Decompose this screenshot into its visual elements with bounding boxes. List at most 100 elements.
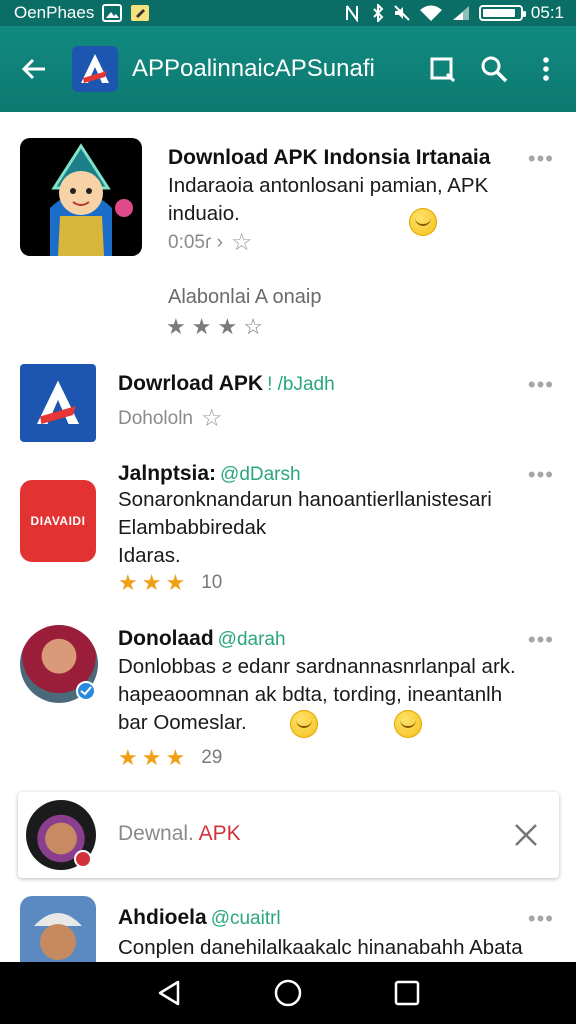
app-list[interactable]: Download APK Indonsia Irtanaia ••• Indar… <box>0 112 576 962</box>
dismiss-button[interactable] <box>509 818 543 852</box>
rating-stars: ★ ★ ★ 29 <box>118 745 222 771</box>
star-filled-icon: ★ <box>166 314 186 339</box>
more-options-button[interactable]: ••• <box>528 908 554 930</box>
description-line: hapeaoomnan ak bdta, tording, ineantanlh <box>118 683 503 706</box>
rating-stars: ★ ★ ★ ☆ <box>166 314 263 340</box>
app-icon: DIAVAIDI <box>20 480 96 562</box>
star-filled-icon: ★ <box>191 314 212 339</box>
app-logo <box>72 46 118 92</box>
app-title: APPoalinnaicAPSunafi <box>132 55 375 82</box>
nav-back-button[interactable] <box>144 968 194 1018</box>
more-options-button[interactable]: ••• <box>528 464 554 486</box>
more-options-button[interactable]: ••• <box>528 629 554 651</box>
battery-icon <box>478 5 526 21</box>
navigation-bar <box>0 962 576 1024</box>
wifi-icon <box>419 4 443 22</box>
suggestion-label: Dewnal. <box>118 822 194 845</box>
star-filled-icon: ★ <box>165 745 186 770</box>
bluetooth-icon <box>371 4 385 22</box>
suggestion-accent: APK <box>198 822 241 845</box>
signal-icon <box>451 4 471 22</box>
star-outline-icon[interactable]: ☆ <box>201 404 223 433</box>
meta-text: 0:05ɾ › <box>168 231 223 253</box>
author-tag[interactable]: @darah <box>218 629 286 650</box>
overflow-menu-button[interactable] <box>520 43 572 95</box>
item-title: Ahdioela @cuaitrl <box>118 906 281 930</box>
item-description: Indaraoia antonlosani pamian, APK induai… <box>168 172 528 228</box>
clock: 05:1 <box>530 3 564 22</box>
title-text: Donolaad <box>118 627 214 650</box>
item-description: Conplen danehilalkaakalc hinanabahh Abat… <box>118 934 558 962</box>
item-title: Donolaad @darah <box>118 627 286 651</box>
more-options-button[interactable]: ••• <box>528 374 554 396</box>
star-filled-icon: ★ <box>141 570 162 595</box>
more-vert-icon <box>543 57 549 81</box>
home-circle-icon <box>274 979 302 1007</box>
back-button[interactable] <box>12 47 56 91</box>
crop-button[interactable] <box>416 43 468 95</box>
meta-text: Dohololn <box>118 407 193 429</box>
list-item[interactable]: Dowrload APK! /bJadh ••• Dohololn ☆ <box>0 352 576 452</box>
description-line: bar Oomeslar. <box>118 711 247 734</box>
star-outline-icon: ☆ <box>243 314 263 339</box>
description-line: Donlobbas ƨ edanr sardnannasnrlanpal ark… <box>118 655 516 678</box>
more-options-button[interactable]: ••• <box>528 148 554 170</box>
description-line: Indaraoia antonlosani pamian, APK <box>168 174 489 197</box>
suggestion-text: Dewnal. APK <box>118 822 241 846</box>
suggestion-card[interactable]: Dewnal. APK <box>18 792 559 878</box>
review-count: 29 <box>201 747 223 768</box>
crop-square-icon <box>430 57 455 82</box>
star-filled-icon: ★ <box>141 745 162 770</box>
description-line: induaio. <box>168 202 240 225</box>
nav-home-button[interactable] <box>263 968 313 1018</box>
search-button[interactable] <box>468 43 520 95</box>
back-triangle-icon <box>159 980 180 1006</box>
list-item[interactable]: Donolaad @darah ••• Donlobbas ƨ edanr sar… <box>0 617 576 792</box>
star-filled-icon: ★ <box>165 570 186 595</box>
item-title: Jalnptsia: @dDarsh <box>118 462 301 486</box>
emoji-icon <box>290 710 318 738</box>
carrier-label: OenPhaes <box>14 3 95 22</box>
item-description: Donlobbas ƨ edanr sardnannasnrlanpal ark… <box>118 653 558 737</box>
item-meta: 0:05ɾ › ☆ <box>168 228 252 257</box>
mute-icon <box>393 4 411 22</box>
list-item[interactable]: DIAVAIDI Jalnptsia: @dDarsh ••• Sonaronkn… <box>0 452 576 617</box>
emoji-icon <box>394 710 422 738</box>
title-text: Jalnptsia: <box>118 462 217 485</box>
edit-icon <box>130 4 150 22</box>
app-icon <box>20 364 96 442</box>
item-description: Sonaronknandarun hanoantierllanistesari … <box>118 486 548 570</box>
description-line: Sonaronknandarun hanoantierllanistesari <box>118 488 492 511</box>
close-icon <box>515 824 537 846</box>
star-filled-icon: ★ <box>217 314 238 339</box>
title-text: Ahdioela <box>118 906 207 929</box>
author-tag[interactable]: @dDarsh <box>220 464 301 485</box>
item-meta: Dohololn ☆ <box>118 404 223 433</box>
author-tag[interactable]: ! /bJadh <box>267 374 335 395</box>
app-bar: APPoalinnaicAPSunafi <box>0 26 576 112</box>
item-title: Download APK Indonsia Irtanaia <box>168 146 491 169</box>
description-line: Elambabbiredak <box>118 516 267 539</box>
sub-label: Alabonlai A onaip <box>168 286 321 309</box>
search-icon <box>481 56 508 83</box>
description-line: Conplen danehilalkaakalc hinanabahh Abat… <box>118 936 523 959</box>
app-icon <box>20 138 142 256</box>
review-count: 10 <box>201 572 223 593</box>
description-line: Idaras. <box>118 544 181 567</box>
title-text: Dowrload APK <box>118 372 264 395</box>
avatar <box>20 896 96 962</box>
list-item[interactable]: Download APK Indonsia Irtanaia ••• Indar… <box>0 112 576 352</box>
nav-recents-button[interactable] <box>382 968 432 1018</box>
rating-stars: ★ ★ ★ 10 <box>118 570 222 596</box>
nfc-icon <box>343 4 363 22</box>
icon-label: DIAVAIDI <box>30 514 86 528</box>
emoji-icon <box>409 208 437 236</box>
badge-icon <box>74 850 92 868</box>
recents-square-icon <box>394 980 419 1006</box>
status-bar: OenPhaes 05:1 <box>0 0 576 26</box>
author-tag[interactable]: @cuaitrl <box>211 908 281 929</box>
list-item[interactable]: Ahdioela @cuaitrl ••• Conplen danehilalka… <box>0 884 576 962</box>
item-title: Dowrload APK! /bJadh <box>118 372 335 396</box>
star-outline-icon[interactable]: ☆ <box>231 228 253 257</box>
arrow-left-icon <box>21 58 45 80</box>
